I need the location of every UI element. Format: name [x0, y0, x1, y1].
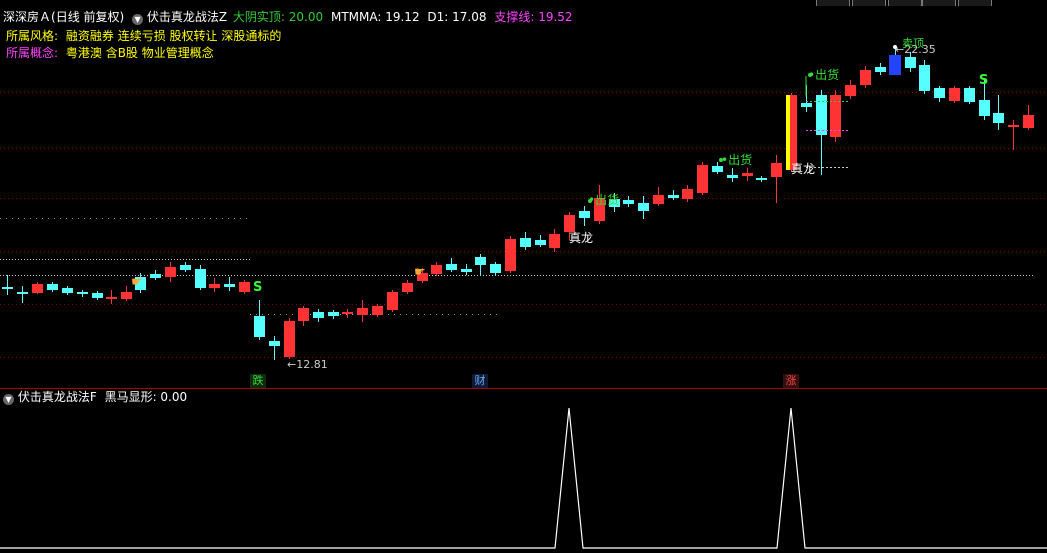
- sub-panel-lines: [0, 407, 1047, 549]
- candle-down[interactable]: [47, 284, 58, 290]
- candle-up[interactable]: [357, 308, 368, 315]
- candle-up[interactable]: [742, 173, 753, 176]
- s-label: S: [253, 280, 263, 295]
- sub-metric: 黑马显形: 0.00: [104, 390, 188, 404]
- candle-down[interactable]: [919, 65, 930, 91]
- low-price-label: ←12.81: [287, 358, 328, 371]
- candle-up[interactable]: [239, 282, 250, 292]
- candle-up[interactable]: [697, 165, 708, 193]
- candle-down[interactable]: [328, 312, 339, 316]
- top-signal-label: 卖顶: [902, 37, 924, 50]
- candle-down[interactable]: [313, 312, 324, 318]
- event-tag-finance[interactable]: 财: [472, 374, 488, 388]
- candle-down[interactable]: [77, 292, 88, 294]
- candle-down[interactable]: [905, 57, 916, 68]
- candle-down[interactable]: [520, 238, 531, 247]
- sell-label: •出货: [588, 193, 620, 207]
- candle-up[interactable]: [1008, 125, 1019, 127]
- candle-up[interactable]: [32, 284, 43, 293]
- candle-down[interactable]: [623, 200, 634, 204]
- candle-down[interactable]: [756, 178, 767, 180]
- candle-down[interactable]: [269, 341, 280, 346]
- candle-up[interactable]: [431, 265, 442, 274]
- candle-down[interactable]: [727, 175, 738, 178]
- candle-down[interactable]: [964, 88, 975, 102]
- sub-panel-header: ▼ 伏击真龙战法F 黑马显形: 0.00: [3, 390, 187, 405]
- true-dragon-label: 真龙: [791, 162, 816, 176]
- candle-up[interactable]: [298, 308, 309, 321]
- candle-down[interactable]: [150, 274, 161, 278]
- candle-up[interactable]: [402, 283, 413, 292]
- candle-down[interactable]: [993, 113, 1004, 123]
- candle-down[interactable]: [979, 100, 990, 116]
- kline-chart[interactable]: [0, 0, 1047, 553]
- candle-up[interactable]: [372, 306, 383, 315]
- candle-down[interactable]: [224, 284, 235, 287]
- candle-up[interactable]: [653, 195, 664, 204]
- hand-cursor-icon[interactable]: ☛: [414, 266, 426, 280]
- overlays: [588, 45, 901, 203]
- sell-label: •出货: [808, 68, 840, 82]
- candle-down[interactable]: [490, 264, 501, 273]
- event-tag-fall[interactable]: 跌: [250, 374, 266, 388]
- candle-down[interactable]: [579, 211, 590, 218]
- candle-down[interactable]: [195, 269, 206, 288]
- candle-up[interactable]: [505, 239, 516, 271]
- candle-up[interactable]: [682, 189, 693, 199]
- candle-down[interactable]: [535, 240, 546, 245]
- candle-down[interactable]: [638, 203, 649, 211]
- candle-down[interactable]: [816, 95, 827, 135]
- candle-down[interactable]: [801, 103, 812, 107]
- sub-indicator-menu-icon[interactable]: ▼: [3, 394, 14, 405]
- event-tag-rise[interactable]: 涨: [783, 374, 799, 388]
- candle-up[interactable]: [771, 163, 782, 177]
- candle-up[interactable]: [342, 312, 353, 314]
- candle-up[interactable]: [284, 321, 295, 357]
- candle-up[interactable]: [106, 297, 117, 299]
- sell-label: •出货: [721, 153, 753, 167]
- candle-up[interactable]: [121, 292, 132, 299]
- candle-down[interactable]: [475, 257, 486, 265]
- candle-down[interactable]: [92, 293, 103, 298]
- candle-up[interactable]: [387, 292, 398, 310]
- candle-up[interactable]: [549, 234, 560, 248]
- candle-down[interactable]: [180, 265, 191, 270]
- candle-up[interactable]: [1023, 115, 1034, 128]
- candle-down[interactable]: [446, 264, 457, 270]
- sub-indicator-name[interactable]: 伏击真龙战法F: [18, 390, 97, 404]
- candle-down[interactable]: [461, 269, 472, 272]
- candle-up[interactable]: [860, 70, 871, 85]
- hand-cursor-icon[interactable]: ☛: [131, 276, 143, 290]
- candle-up[interactable]: [564, 215, 575, 232]
- grid-lines: [0, 92, 1047, 358]
- black-horse-signal-line: [0, 407, 1047, 549]
- candle-up[interactable]: [209, 284, 220, 288]
- candle-up[interactable]: [845, 85, 856, 96]
- candle-down[interactable]: [875, 67, 886, 72]
- candle-down[interactable]: [62, 288, 73, 293]
- candle-up[interactable]: [165, 267, 176, 277]
- blue-signal-block: [889, 55, 901, 75]
- true-dragon-label: 真龙: [569, 231, 594, 245]
- candle-down[interactable]: [668, 195, 679, 198]
- candle-down[interactable]: [2, 287, 13, 289]
- s-label: S: [979, 73, 989, 88]
- dragon-band-yellow: [786, 95, 790, 170]
- candle-up[interactable]: [949, 88, 960, 101]
- candle-down[interactable]: [934, 88, 945, 98]
- candle-down[interactable]: [17, 292, 28, 294]
- candle-down[interactable]: [254, 316, 265, 337]
